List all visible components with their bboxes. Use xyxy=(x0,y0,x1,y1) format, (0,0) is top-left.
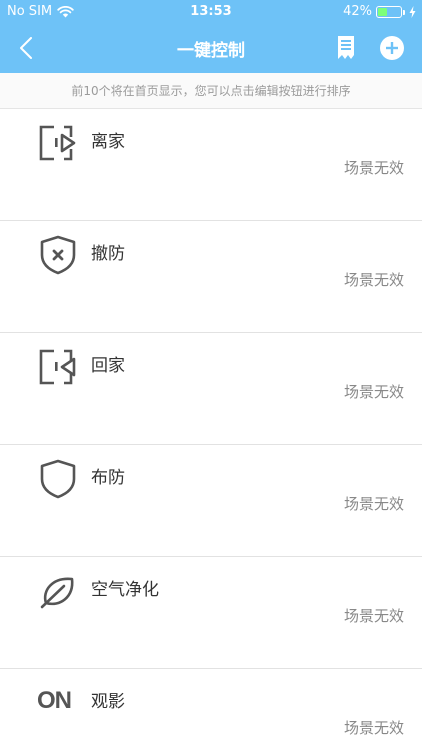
scene-row-leave-home[interactable]: 离家 场景无效 xyxy=(0,109,422,221)
scene-name: 布防 xyxy=(91,468,125,488)
scene-name: 空气净化 xyxy=(91,580,159,600)
edit-list-button[interactable] xyxy=(335,35,361,61)
scene-status: 场景无效 xyxy=(343,607,404,625)
return-home-icon xyxy=(39,349,76,385)
scene-name: 观影 xyxy=(91,692,125,712)
scene-name: 撤防 xyxy=(91,244,125,264)
shield-icon xyxy=(40,459,76,499)
scene-row-return-home[interactable]: 回家 场景无效 xyxy=(0,333,422,445)
status-right: 42% xyxy=(343,4,416,19)
add-scene-button[interactable] xyxy=(379,35,405,61)
scene-status: 场景无效 xyxy=(343,719,404,737)
document-list-icon xyxy=(338,36,354,59)
scene-row-disarm[interactable]: 撤防 场景无效 xyxy=(0,221,422,333)
scene-status: 场景无效 xyxy=(343,495,404,513)
leaf-icon xyxy=(40,577,74,609)
plus-circle-icon xyxy=(380,36,404,60)
scene-row-arm[interactable]: 布防 场景无效 xyxy=(0,445,422,557)
hint-banner: 前10个将在首页显示，您可以点击编辑按钮进行排序 xyxy=(0,73,422,109)
scene-name: 回家 xyxy=(91,356,125,376)
scene-list: 离家 场景无效 撤防 场景无效 回家 场景无效 布防 场景无效 空气净化 场景无 xyxy=(0,109,422,750)
on-icon: ON xyxy=(37,687,72,714)
scene-row-movie[interactable]: ON 观影 场景无效 xyxy=(0,669,422,750)
scene-status: 场景无效 xyxy=(343,159,404,177)
scene-name: 离家 xyxy=(91,132,125,152)
leave-home-icon xyxy=(39,125,76,161)
scene-row-air-purify[interactable]: 空气净化 场景无效 xyxy=(0,557,422,669)
battery-percent: 42% xyxy=(343,4,372,19)
charging-bolt-icon xyxy=(409,5,416,18)
header: No SIM 13:53 42% 一键控制 xyxy=(0,0,422,73)
battery-icon xyxy=(376,5,405,18)
scene-status: 场景无效 xyxy=(343,271,404,289)
battery-fill xyxy=(378,7,388,16)
shield-x-icon xyxy=(40,235,76,275)
status-bar: No SIM 13:53 42% xyxy=(0,0,422,24)
scene-status: 场景无效 xyxy=(343,383,404,401)
nav-bar: 一键控制 xyxy=(0,24,422,73)
